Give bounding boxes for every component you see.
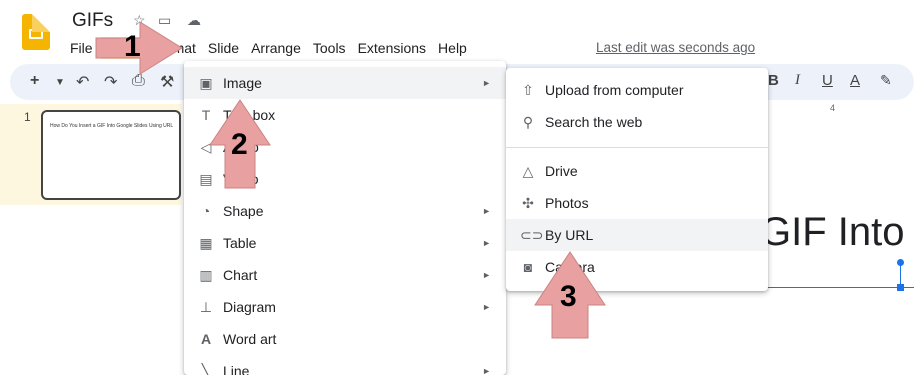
camera-icon: ◙ xyxy=(523,259,533,275)
submenu-arrow-icon: ► xyxy=(482,366,491,375)
menu-item-diagram[interactable]: ⊥ Diagram ► xyxy=(184,291,506,323)
insert-menu: ▣ Image ► T Text box ◁ Audio ▤ Video ◔ S… xyxy=(184,61,506,375)
menu-item-label: Camera xyxy=(545,259,595,275)
diagram-icon: ⊥ xyxy=(199,298,213,315)
menu-item-shape[interactable]: ◔ Shape ► xyxy=(184,195,506,227)
menu-item-label: Shape xyxy=(223,203,264,219)
submenu-arrow-icon: ► xyxy=(482,302,491,312)
menu-item-textbox[interactable]: T Text box xyxy=(184,99,506,131)
cloud-status-icon[interactable]: ☁ xyxy=(187,12,201,29)
menu-item-label: Line xyxy=(223,363,250,375)
line-icon: ╲ xyxy=(201,362,211,375)
highlight-icon[interactable]: ✎ xyxy=(880,72,892,89)
print-icon[interactable]: ⎙ xyxy=(132,72,145,90)
menu-item-label: Diagram xyxy=(223,299,276,315)
menu-format[interactable]: Format xyxy=(146,37,202,59)
resize-handle[interactable] xyxy=(897,284,904,291)
shape-icon: ◔ xyxy=(201,203,211,219)
menu-item-label: Video xyxy=(223,171,259,187)
annotation-number-1: 1 xyxy=(124,30,141,63)
upload-icon: ⇧ xyxy=(522,81,534,98)
move-folder-icon[interactable]: ▭ xyxy=(158,12,171,29)
image-icon: ▣ xyxy=(199,74,213,91)
submenu-item-camera[interactable]: ◙ Camera xyxy=(506,251,768,283)
menu-item-wordart[interactable]: A Word art xyxy=(184,323,506,355)
ruler: 4 xyxy=(760,103,914,116)
menu-item-image[interactable]: ▣ Image ► xyxy=(184,67,506,99)
new-slide-icon[interactable]: + xyxy=(30,72,39,90)
menu-item-label: By URL xyxy=(545,227,594,243)
wordart-icon: A xyxy=(200,331,212,347)
paint-format-icon[interactable]: ⚒ xyxy=(160,72,174,92)
text-color-icon[interactable]: A xyxy=(850,72,860,89)
photos-icon: ✣ xyxy=(522,194,534,211)
menu-item-label: Upload from computer xyxy=(545,82,684,98)
textbox-icon: T xyxy=(201,107,211,123)
menu-item-label: Table xyxy=(223,235,257,251)
search-icon: ⚲ xyxy=(522,113,534,130)
menu-divider xyxy=(506,147,768,148)
menu-item-label: Word art xyxy=(223,331,277,347)
submenu-item-photos[interactable]: ✣ Photos xyxy=(506,187,768,219)
ruler-mark: 4 xyxy=(830,103,836,113)
menu-help[interactable]: Help xyxy=(432,37,473,59)
menu-item-chart[interactable]: ▥ Chart ► xyxy=(184,259,506,291)
slide-number: 1 xyxy=(24,110,31,124)
document-title[interactable]: GIFs xyxy=(72,10,113,32)
submenu-arrow-icon: ► xyxy=(482,78,491,88)
submenu-arrow-icon: ► xyxy=(482,238,491,248)
image-submenu: ⇧ Upload from computer ⚲ Search the web … xyxy=(506,68,768,291)
menu-item-line[interactable]: ╲ Line ► xyxy=(184,355,506,375)
menu-item-label: Image xyxy=(223,75,262,91)
submenu-item-upload[interactable]: ⇧ Upload from computer xyxy=(506,74,768,106)
audio-icon: ◁ xyxy=(200,138,212,155)
menu-item-label: Search the web xyxy=(545,114,643,130)
link-icon: ⊂⊃ xyxy=(520,226,544,243)
submenu-item-by-url[interactable]: ⊂⊃ By URL xyxy=(506,219,768,251)
video-icon: ▤ xyxy=(199,170,213,187)
star-icon[interactable]: ☆ xyxy=(133,12,146,29)
menu-arrange[interactable]: Arrange xyxy=(245,37,307,59)
menu-item-table[interactable]: ▦ Table ► xyxy=(184,227,506,259)
menu-item-label: Chart xyxy=(223,267,258,283)
menu-extensions[interactable]: Extensions xyxy=(352,37,432,59)
menu-item-label: Drive xyxy=(545,163,578,179)
menu-item-label: Text box xyxy=(223,107,276,123)
table-icon: ▦ xyxy=(199,234,213,251)
italic-icon[interactable]: I xyxy=(795,72,800,89)
slide-thumbnail-text: How Do You Insert a GIF Into Google Slid… xyxy=(50,123,174,129)
menu-file[interactable]: File xyxy=(64,37,99,59)
submenu-arrow-icon: ► xyxy=(482,270,491,280)
submenu-item-drive[interactable]: △ Drive xyxy=(506,155,768,187)
slide-title-text[interactable]: GIF Into G xyxy=(760,210,914,255)
annotation-number-3: 3 xyxy=(560,280,577,313)
drive-icon: △ xyxy=(522,162,534,179)
menu-item-label: Photos xyxy=(545,195,589,211)
annotation-number-2: 2 xyxy=(231,128,248,161)
menu-slide[interactable]: Slide xyxy=(202,37,245,59)
submenu-item-search-web[interactable]: ⚲ Search the web xyxy=(506,106,768,138)
undo-icon[interactable]: ↶ xyxy=(76,72,89,92)
last-edit-link[interactable]: Last edit was seconds ago xyxy=(596,40,755,55)
redo-icon[interactable]: ↷ xyxy=(104,72,117,92)
chart-icon: ▥ xyxy=(199,266,213,283)
menu-item-video[interactable]: ▤ Video xyxy=(184,163,506,195)
submenu-arrow-icon: ► xyxy=(482,206,491,216)
bold-icon[interactable]: B xyxy=(768,72,779,89)
slides-logo-icon[interactable] xyxy=(22,14,50,50)
underline-icon[interactable]: U xyxy=(822,72,833,89)
selection-border xyxy=(767,287,914,288)
rotate-handle[interactable] xyxy=(897,259,904,266)
chevron-down-icon[interactable]: ▼ xyxy=(55,77,65,88)
menu-tools[interactable]: Tools xyxy=(307,37,352,59)
